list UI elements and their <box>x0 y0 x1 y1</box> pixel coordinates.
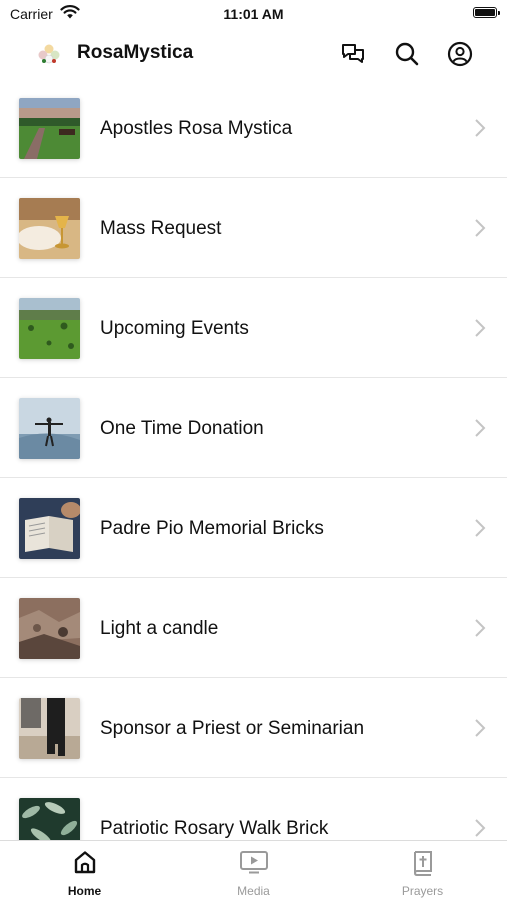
list-item-label: Mass Request <box>100 218 222 239</box>
home-icon <box>0 849 169 877</box>
media-icon <box>169 849 338 877</box>
list-item[interactable]: One Time Donation <box>0 378 507 478</box>
list-item[interactable]: Apostles Rosa Mystica <box>0 78 507 178</box>
prayer-book-icon <box>338 849 507 877</box>
chalice-thumbnail <box>19 198 80 259</box>
profile-icon[interactable] <box>445 39 475 69</box>
list-item[interactable]: Patriotic Rosary Walk Brick <box>0 778 507 840</box>
garden-path-thumbnail <box>19 98 80 159</box>
app-title: RosaMystica <box>77 42 194 63</box>
list-item[interactable]: Light a candle <box>0 578 507 678</box>
list-item[interactable]: Padre Pio Memorial Bricks <box>0 478 507 578</box>
rocky-landscape-thumbnail <box>19 598 80 659</box>
tab-home[interactable]: Home <box>0 841 169 901</box>
chevron-right-icon <box>473 118 487 138</box>
chevron-right-icon <box>473 518 487 538</box>
app-header: RosaMystica <box>0 30 507 78</box>
list-item-label: One Time Donation <box>100 418 264 439</box>
leaves-thumbnail <box>19 798 80 840</box>
list-item[interactable]: Mass Request <box>0 178 507 278</box>
chevron-right-icon <box>473 718 487 738</box>
green-field-thumbnail <box>19 298 80 359</box>
person-arms-open-thumbnail <box>19 398 80 459</box>
list-item[interactable]: Upcoming Events <box>0 278 507 378</box>
tab-prayers[interactable]: Prayers <box>338 841 507 901</box>
status-bar: Carrier 11:01 AM <box>0 0 507 28</box>
menu-list: Apostles Rosa Mystica Mass Request Upcom… <box>0 78 507 840</box>
tab-media-label: Media <box>237 884 270 898</box>
chevron-right-icon <box>473 418 487 438</box>
search-icon[interactable] <box>392 39 422 69</box>
list-item-label: Padre Pio Memorial Bricks <box>100 518 324 539</box>
chevron-right-icon <box>473 318 487 338</box>
list-item-label: Sponsor a Priest or Seminarian <box>100 718 365 739</box>
chevron-right-icon <box>473 218 487 238</box>
chevron-right-icon <box>473 618 487 638</box>
list-item-label: Upcoming Events <box>100 318 249 339</box>
open-book-thumbnail <box>19 498 80 559</box>
chevron-right-icon <box>473 818 487 838</box>
list-item-label: Patriotic Rosary Walk Brick <box>100 818 329 839</box>
tab-home-label: Home <box>67 884 102 898</box>
list-item-label: Apostles Rosa Mystica <box>100 118 293 139</box>
chat-icon[interactable] <box>338 39 368 69</box>
battery-icon <box>473 7 500 18</box>
tab-prayers-label: Prayers <box>401 884 444 898</box>
priest-walking-thumbnail <box>19 698 80 759</box>
list-item[interactable]: Sponsor a Priest or Seminarian <box>0 678 507 778</box>
rosa-mystica-logo <box>36 42 62 66</box>
clock: 11:01 AM <box>223 6 284 22</box>
tab-media[interactable]: Media <box>169 841 338 901</box>
list-item-label: Light a candle <box>100 618 219 639</box>
tab-bar: Home Media Prayers <box>0 840 507 900</box>
